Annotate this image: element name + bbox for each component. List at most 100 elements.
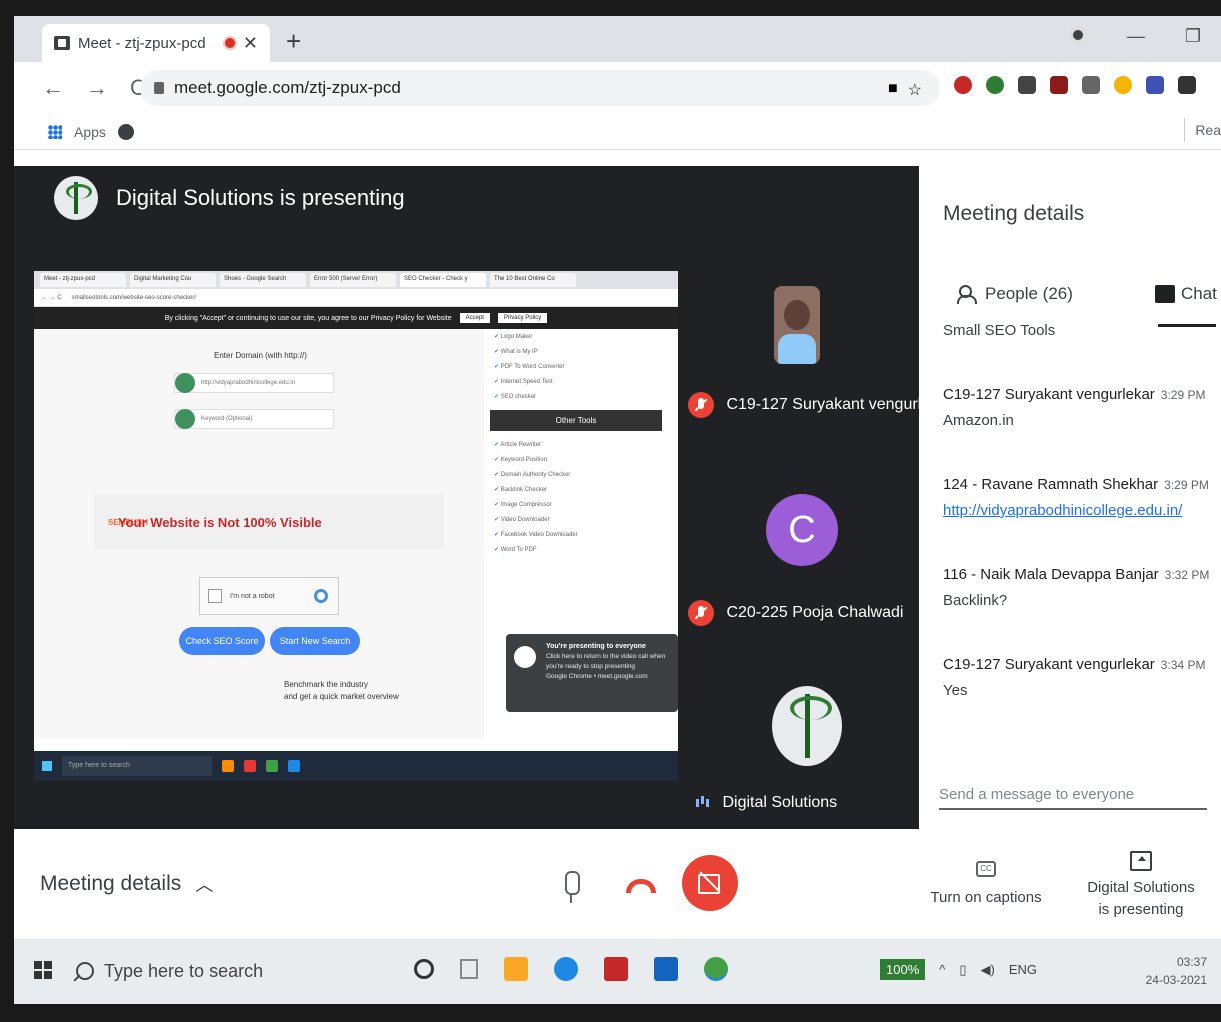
presenting-line2: is presenting <box>1098 901 1184 918</box>
message-sender: 124 - Ravane Ramnath Shekhar <box>943 476 1159 493</box>
camera-icon[interactable]: ■ <box>888 80 898 100</box>
benchmark-line2: and get a quick market overview <box>284 692 399 701</box>
present-screen-icon <box>1130 851 1152 871</box>
caduceus-logo-icon <box>54 176 98 220</box>
forward-icon[interactable]: → <box>86 75 108 101</box>
mcafee-icon[interactable] <box>604 957 628 981</box>
back-icon[interactable]: ← <box>42 75 64 101</box>
shared-taskbar-app-icon <box>222 760 234 772</box>
presenter-title: Digital Solutions is presenting <box>116 185 405 210</box>
tool-item: Backlink Checker <box>486 482 666 497</box>
presenter-header: Digital Solutions is presenting <box>54 176 405 220</box>
windows-taskbar: Type here to search 100% ^ ▯ ◀) ENG 03:3… <box>14 939 1221 1004</box>
windows-start-icon[interactable] <box>34 961 52 979</box>
panel-tabs: People (26) Chat <box>943 276 1221 327</box>
extension-red-icon[interactable] <box>954 76 972 94</box>
extension-formula-icon[interactable] <box>1082 76 1100 94</box>
restore-icon[interactable]: ❐ <box>1185 26 1201 47</box>
message-sender: 116 - Naik Mala Devappa Banjar <box>943 566 1159 583</box>
participant-tile[interactable]: Digital Solutions <box>674 686 914 826</box>
tab-title: Meet - ztj-zpux-pcd <box>78 34 206 52</box>
taskbar-search[interactable]: Type here to search <box>76 953 376 989</box>
message-text: Small SEO Tools <box>943 322 1056 339</box>
shared-search: Type here to search <box>62 756 212 776</box>
browser-tab-meet[interactable]: Meet - ztj-zpux-pcd ✕ <box>42 24 270 62</box>
chat-input[interactable]: Send a message to everyone <box>939 778 1207 810</box>
shared-windows-icon <box>42 761 52 771</box>
start-new-search-button: Start New Search <box>270 627 360 655</box>
presenting-notification: You're presenting to everyone Click here… <box>506 634 678 712</box>
meeting-details-button[interactable]: Meeting details ︿ <box>40 871 213 897</box>
participant-label: Digital Solutions <box>694 794 837 812</box>
caduceus-avatar-icon <box>772 686 842 766</box>
shared-tab-strip: Meet - ztj-zpux-pcd Digital Marketing Co… <box>34 271 678 289</box>
cookie-privacy: Privacy Policy <box>497 313 548 323</box>
extension-dark-red-icon[interactable] <box>1050 76 1068 94</box>
other-tools-header: Other Tools <box>490 410 662 431</box>
audio-wave-icon <box>694 795 710 811</box>
minimize-icon[interactable]: — <box>1127 26 1145 47</box>
taskbar-clock[interactable]: 03:37 24-03-2021 <box>1146 953 1207 989</box>
participant-tile[interactable]: C C20-225 Pooja Chalwadi <box>674 494 914 634</box>
task-view-icon[interactable] <box>460 959 478 979</box>
volume-icon[interactable]: ◀) <box>981 962 995 978</box>
tool-item: Internet Speed Test <box>486 374 666 389</box>
input-language[interactable]: ENG <box>1009 962 1037 977</box>
message-text: Amazon.in <box>943 412 1014 429</box>
new-tab-button[interactable]: + <box>286 26 301 57</box>
tab-people[interactable]: People (26) <box>957 284 1073 304</box>
edge-icon[interactable] <box>554 957 578 981</box>
close-tab-icon[interactable]: ✕ <box>243 33 258 54</box>
check-seo-score-button: Check SEO Score <box>179 627 265 655</box>
extension-colorful-icon[interactable] <box>1114 76 1132 94</box>
file-explorer-icon[interactable] <box>504 957 528 981</box>
globe-icon[interactable] <box>117 123 134 140</box>
microphone-button[interactable] <box>554 869 588 903</box>
meeting-details-label: Meeting details <box>40 872 182 895</box>
shared-screen[interactable]: Meet - ztj-zpux-pcd Digital Marketing Co… <box>34 271 678 781</box>
domain-field: http://vidyaprabodhinicollege.edu.in <box>174 373 334 393</box>
extensions <box>954 76 1196 94</box>
screen: Meet - ztj-zpux-pcd ✕ + — ❐ ← → C meet.g… <box>14 16 1221 1004</box>
taskbar-search-text: Type here to search <box>104 960 264 981</box>
extensions-puzzle-icon[interactable] <box>1178 76 1196 94</box>
profile-icon[interactable] <box>1068 26 1087 44</box>
tool-item: What is My IP <box>486 344 666 359</box>
extension-chart-icon[interactable] <box>1146 76 1164 94</box>
cortana-icon[interactable] <box>414 959 434 979</box>
cookie-text: By clicking "Accept" or continuing to us… <box>164 314 452 322</box>
message-link[interactable]: http://vidyaprabodhinicollege.edu.in/ <box>943 502 1213 519</box>
chat-message: 124 - Ravane Ramnath Shekhar 3:29 PM http… <box>943 476 1213 519</box>
participant-tile[interactable]: C19-127 Suryakant vengurlekar <box>674 286 952 436</box>
tray-app-icon[interactable]: ▯ <box>959 962 966 978</box>
tab-chat[interactable]: Chat <box>1155 284 1217 304</box>
clock-date: 24-03-2021 <box>1145 973 1207 987</box>
extension-green-icon[interactable] <box>986 76 1004 94</box>
address-bar[interactable]: meet.google.com/ztj-zpux-pcd ■ ☆ <box>140 70 940 106</box>
tool-item: PDF To Word Converter <box>486 359 666 374</box>
apps-link[interactable]: Apps <box>74 124 106 140</box>
bookmark-star-icon[interactable]: ☆ <box>908 80 922 100</box>
shared-taskbar-app-icon <box>288 760 300 772</box>
chrome-taskbar-icon[interactable] <box>704 957 728 981</box>
shared-nav-icon: ← → C <box>42 294 62 301</box>
hang-up-button[interactable] <box>626 879 656 893</box>
keyword-placeholder: Keyword (Optional) <box>201 416 253 422</box>
camera-off-button[interactable] <box>682 855 738 911</box>
l-app-icon[interactable] <box>654 957 678 981</box>
captions-button[interactable]: CC Turn on captions <box>926 861 1046 906</box>
battery-percentage[interactable]: 100% <box>880 959 926 980</box>
cookie-banner: By clicking "Accept" or continuing to us… <box>34 307 678 329</box>
shared-tab-active: SEO Checker - Check y <box>400 273 486 287</box>
lock-icon <box>154 82 164 94</box>
shared-tab: Digital Marketing Cou <box>130 273 216 287</box>
reading-list-button[interactable]: Rea <box>1184 118 1221 142</box>
apps-grid-icon[interactable] <box>48 124 62 139</box>
captions-label: Turn on captions <box>930 889 1042 906</box>
presenting-button[interactable]: Digital Solutions is presenting <box>1076 851 1206 921</box>
message-text: Yes <box>943 682 968 699</box>
tray-chevron-icon[interactable]: ^ <box>939 962 945 977</box>
chat-message: Small SEO Tools <box>943 322 1213 339</box>
extension-k-icon[interactable] <box>1018 76 1036 94</box>
tool-item: Video Downloader <box>486 512 666 527</box>
